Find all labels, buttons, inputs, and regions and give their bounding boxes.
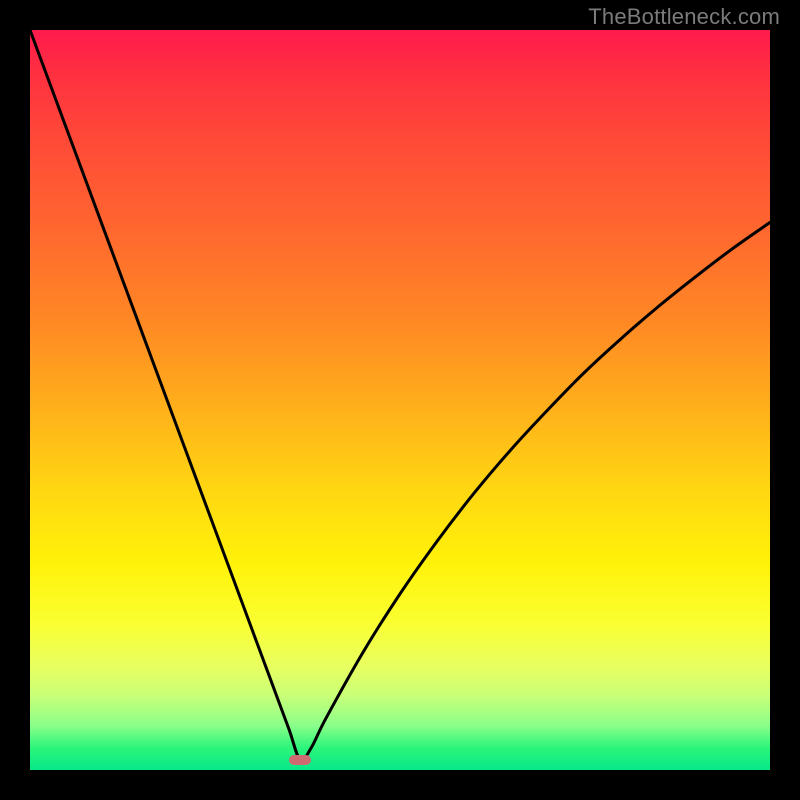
- curve-path: [30, 30, 770, 760]
- chart-frame: TheBottleneck.com: [0, 0, 800, 800]
- bottleneck-curve: [30, 30, 770, 770]
- watermark-text: TheBottleneck.com: [588, 4, 780, 30]
- optimal-marker: [289, 755, 311, 765]
